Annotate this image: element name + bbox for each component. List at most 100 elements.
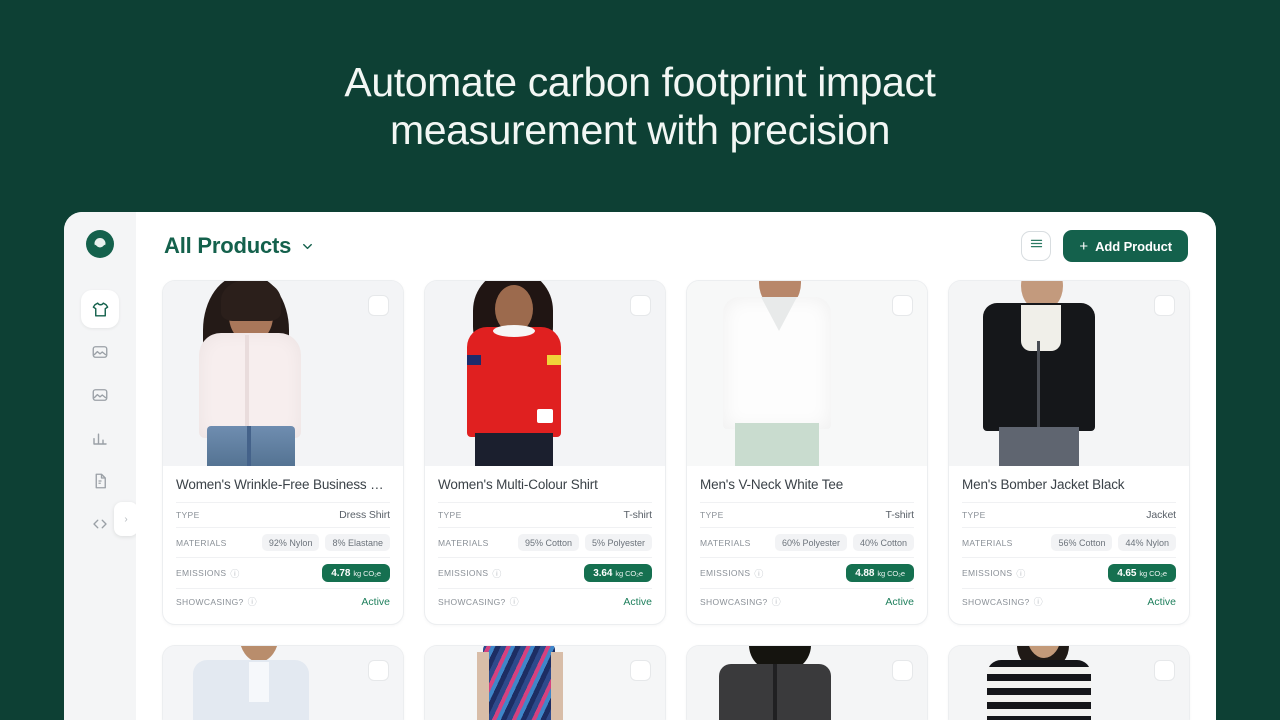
- sidebar-item-analytics[interactable]: [81, 419, 119, 457]
- sidebar-item-reports[interactable]: [81, 462, 119, 500]
- product-select-checkbox[interactable]: [892, 295, 913, 316]
- status-badge: Active: [885, 595, 914, 608]
- product-details: Men's Bomber Jacket Black TYPE Jacket MA…: [949, 466, 1189, 624]
- product-select-checkbox[interactable]: [1154, 660, 1175, 681]
- material-pill: 5% Polyester: [584, 534, 652, 551]
- emissions-badge: 4.65 kg CO₂e: [1108, 564, 1176, 582]
- showcasing-label: SHOWCASING? ⓘ: [962, 595, 1043, 608]
- sidebar-item-products[interactable]: [81, 290, 119, 328]
- product-title: Men's Bomber Jacket Black: [962, 477, 1125, 492]
- product-emissions-row: EMISSIONS ⓘ 4.88 kg CO₂e: [700, 557, 914, 588]
- help-icon[interactable]: ⓘ: [1016, 567, 1025, 580]
- product-emissions-row: EMISSIONS ⓘ 4.65 kg CO₂e: [962, 557, 1176, 588]
- product-photo-mens-v-neck-white-tee: [687, 281, 927, 466]
- chevron-right-icon: ›: [124, 513, 128, 525]
- type-label: TYPE: [962, 510, 986, 520]
- app-window: › All Products + Add Product Women's Wri…: [64, 212, 1216, 720]
- product-showcasing-row: SHOWCASING? ⓘ Active: [438, 588, 652, 614]
- emissions-label: EMISSIONS ⓘ: [962, 567, 1026, 580]
- product-select-checkbox[interactable]: [1154, 295, 1175, 316]
- brand-logo-mark: [90, 234, 110, 254]
- emissions-unit: kg CO₂e: [1139, 568, 1167, 578]
- product-showcasing-row: SHOWCASING? ⓘ Active: [962, 588, 1176, 614]
- product-image: [425, 646, 665, 720]
- type-label: TYPE: [700, 510, 724, 520]
- emissions-badge: 4.88 kg CO₂e: [846, 564, 914, 582]
- type-label: TYPE: [438, 510, 462, 520]
- product-card[interactable]: Men's Bomber Jacket Black TYPE Jacket MA…: [948, 280, 1190, 625]
- product-details: Men's V-Neck White Tee TYPE T-shirt MATE…: [687, 466, 927, 624]
- product-title: Men's V-Neck White Tee: [700, 477, 844, 492]
- product-grid-row-2: [160, 645, 1192, 720]
- product-card[interactable]: [948, 645, 1190, 720]
- product-select-checkbox[interactable]: [368, 295, 389, 316]
- product-select-checkbox[interactable]: [368, 660, 389, 681]
- help-icon[interactable]: ⓘ: [248, 595, 257, 608]
- plus-icon: +: [1079, 237, 1089, 255]
- status-badge: Active: [623, 595, 652, 608]
- product-type-row: TYPE Dress Shirt: [176, 502, 390, 527]
- materials-label: MATERIALS: [700, 537, 751, 548]
- help-icon[interactable]: ⓘ: [510, 595, 519, 608]
- emissions-value: 3.64: [593, 567, 613, 579]
- help-icon[interactable]: ⓘ: [230, 567, 239, 580]
- product-photo-womens-multi-colour-shirt: [425, 281, 665, 466]
- emissions-label: EMISSIONS ⓘ: [176, 567, 240, 580]
- toolbar: All Products + Add Product: [160, 212, 1192, 280]
- materials-label: MATERIALS: [962, 537, 1013, 548]
- material-pill: 60% Polyester: [774, 534, 847, 551]
- sidebar-collapse-toggle[interactable]: ›: [114, 502, 138, 536]
- emissions-label: EMISSIONS ⓘ: [700, 567, 764, 580]
- product-details: Women's Wrinkle-Free Business S… TYPE Dr…: [163, 466, 403, 624]
- product-card[interactable]: Women's Multi-Colour Shirt TYPE T-shirt …: [424, 280, 666, 625]
- material-pill: 56% Cotton: [1051, 534, 1113, 551]
- product-select-checkbox[interactable]: [892, 660, 913, 681]
- product-materials-row: MATERIALS 60% Polyester 40% Cotton: [700, 527, 914, 557]
- help-icon[interactable]: ⓘ: [754, 567, 763, 580]
- image-icon: [91, 343, 109, 361]
- list-view-button[interactable]: [1021, 231, 1052, 261]
- product-title: Women's Multi-Colour Shirt: [438, 477, 598, 492]
- product-title: Women's Wrinkle-Free Business S…: [176, 477, 390, 492]
- product-emissions-row: EMISSIONS ⓘ 3.64 kg CO₂e: [438, 557, 652, 588]
- help-icon[interactable]: ⓘ: [1034, 595, 1043, 608]
- help-icon[interactable]: ⓘ: [772, 595, 781, 608]
- product-grid-row-1: Women's Wrinkle-Free Business S… TYPE Dr…: [160, 280, 1192, 625]
- product-showcasing-row: SHOWCASING? ⓘ Active: [176, 588, 390, 614]
- product-type-row: TYPE T-shirt: [700, 502, 914, 527]
- product-select-checkbox[interactable]: [630, 660, 651, 681]
- product-photo-black-white-striped-tee: [949, 646, 1189, 720]
- product-card[interactable]: [424, 645, 666, 720]
- hero-headline: Automate carbon footprint impact measure…: [344, 58, 936, 155]
- bar-chart-icon: [91, 429, 109, 447]
- sidebar-item-collections[interactable]: [81, 333, 119, 371]
- tshirt-icon: [91, 300, 110, 319]
- product-select-checkbox[interactable]: [630, 295, 651, 316]
- list-view-icon: [1029, 236, 1044, 256]
- sidebar-item-assets[interactable]: [81, 376, 119, 414]
- material-pill: 44% Nylon: [1118, 534, 1176, 551]
- product-image: [687, 281, 927, 466]
- product-image: [163, 646, 403, 720]
- document-icon: [91, 472, 109, 490]
- product-materials-row: MATERIALS 56% Cotton 44% Nylon: [962, 527, 1176, 557]
- materials-label: MATERIALS: [438, 537, 489, 548]
- add-product-label: Add Product: [1095, 238, 1172, 254]
- product-photo-mens-bomber-jacket-black: [949, 281, 1189, 466]
- brand-logo[interactable]: [86, 230, 114, 258]
- product-card[interactable]: [686, 645, 928, 720]
- type-label: TYPE: [176, 510, 200, 520]
- sidebar: ›: [64, 212, 138, 720]
- product-card[interactable]: Women's Wrinkle-Free Business S… TYPE Dr…: [162, 280, 404, 625]
- product-card[interactable]: Men's V-Neck White Tee TYPE T-shirt MATE…: [686, 280, 928, 625]
- add-product-button[interactable]: + Add Product: [1063, 230, 1188, 262]
- product-photo-womens-wrinkle-free-shirt: [163, 281, 403, 466]
- showcasing-label: SHOWCASING? ⓘ: [438, 595, 519, 608]
- hero-headline-line-1: Automate carbon footprint impact: [344, 58, 936, 105]
- emissions-unit: kg CO₂e: [353, 568, 381, 578]
- help-icon[interactable]: ⓘ: [492, 567, 501, 580]
- page-title-dropdown[interactable]: All Products: [164, 233, 315, 259]
- product-image: [687, 646, 927, 720]
- product-card[interactable]: [162, 645, 404, 720]
- emissions-unit: kg CO₂e: [877, 568, 905, 578]
